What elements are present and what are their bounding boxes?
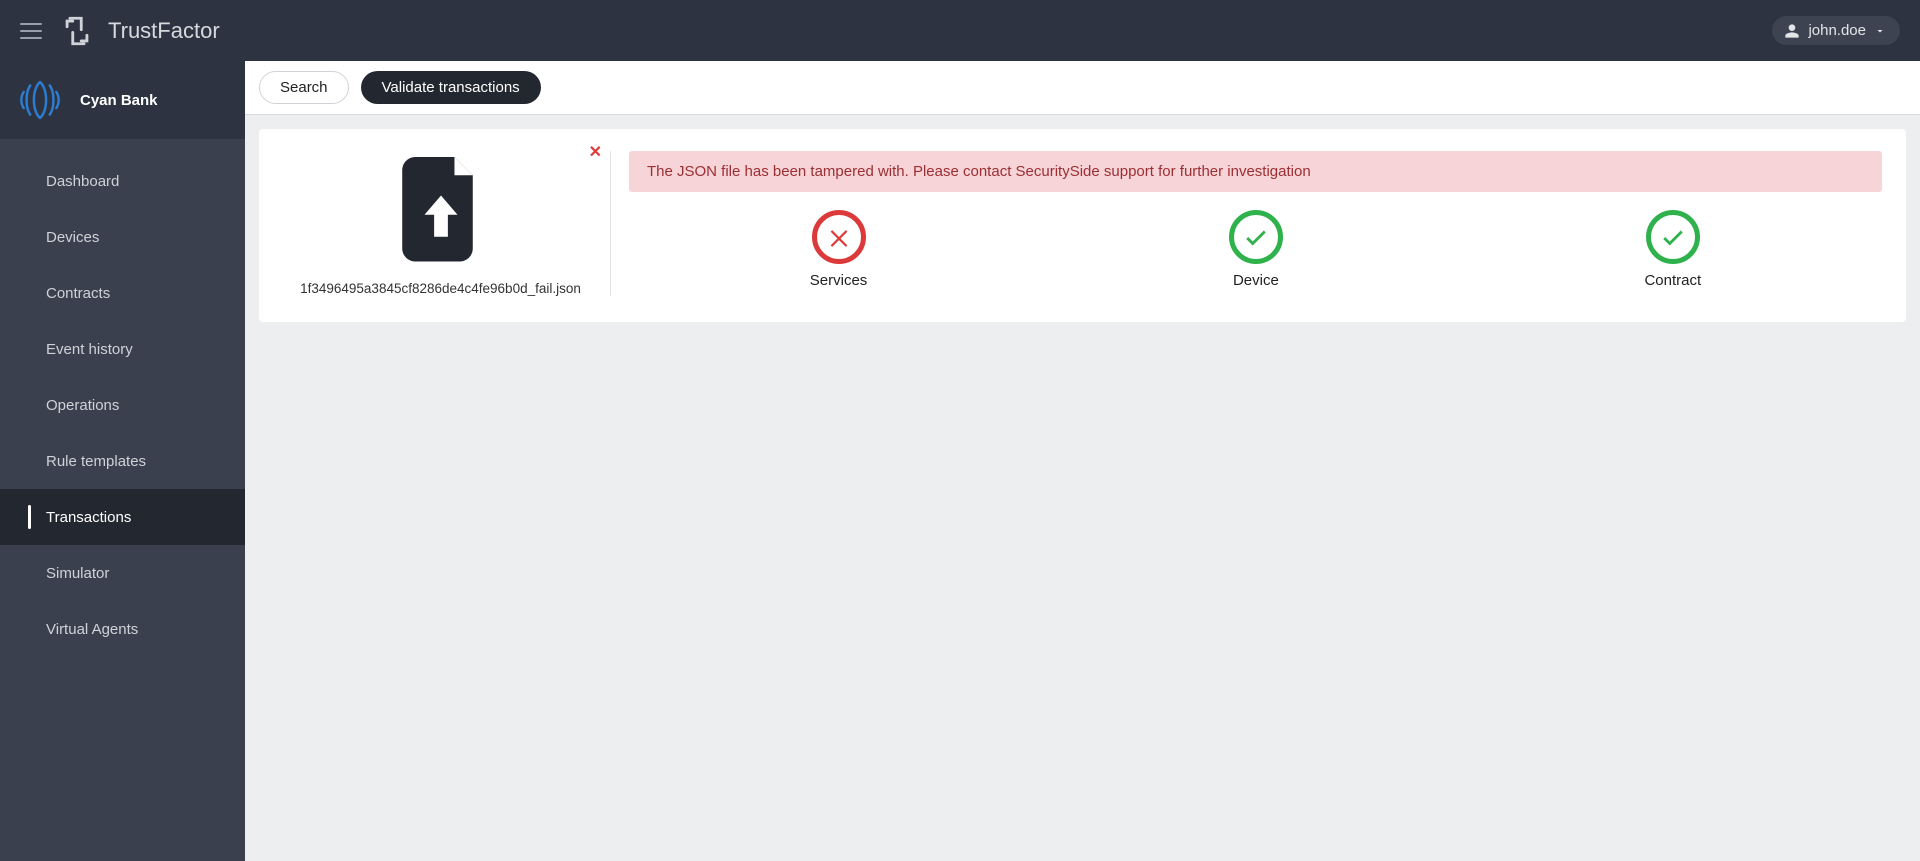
main: Search Validate transactions ✕ 1f3496495a…: [245, 61, 1920, 861]
tabbar: Search Validate transactions: [245, 61, 1920, 115]
sidebar-item-label: Transactions: [46, 509, 131, 526]
status-row: Services Device Contract: [629, 210, 1882, 289]
status-label: Device: [1233, 272, 1279, 289]
sidebar-item-event-history[interactable]: Event history: [0, 321, 245, 377]
topbar: TrustFactor john.doe: [0, 0, 1920, 61]
check-circle-icon: [1646, 210, 1700, 264]
sidebar-item-label: Event history: [46, 341, 133, 358]
content: ✕ 1f3496495a3845cf8286de4c4fe96b0d_fail.…: [245, 115, 1920, 336]
person-icon: [1784, 23, 1800, 39]
error-alert-text: The JSON file has been tampered with. Pl…: [647, 163, 1311, 180]
sidebar-item-contracts[interactable]: Contracts: [0, 265, 245, 321]
check-circle-icon: [1229, 210, 1283, 264]
org-logo-icon: [14, 74, 66, 126]
sidebar-item-transactions[interactable]: Transactions: [0, 489, 245, 545]
sidebar-item-label: Simulator: [46, 565, 109, 582]
sidebar-item-label: Dashboard: [46, 173, 119, 190]
sidebar: Cyan Bank Dashboard Devices Contracts Event…: [0, 61, 245, 861]
uploaded-file-name: 1f3496495a3845cf8286de4c4fe96b0d_fail.js…: [294, 281, 587, 296]
status-device: Device: [1229, 210, 1283, 289]
brand-logo-icon: [60, 14, 94, 48]
close-icon[interactable]: ✕: [589, 145, 602, 161]
menu-icon[interactable]: [20, 23, 42, 39]
file-upload-icon[interactable]: [396, 157, 486, 267]
status-label: Contract: [1644, 272, 1701, 289]
sidebar-item-label: Rule templates: [46, 453, 146, 470]
sidebar-item-label: Operations: [46, 397, 119, 414]
nav: Dashboard Devices Contracts Event history Op…: [0, 139, 245, 657]
x-circle-icon: [812, 210, 866, 264]
user-name: john.doe: [1808, 22, 1866, 39]
sidebar-item-virtual-agents[interactable]: Virtual Agents: [0, 601, 245, 657]
tab-search[interactable]: Search: [259, 71, 349, 104]
sidebar-item-rule-templates[interactable]: Rule templates: [0, 433, 245, 489]
status-label: Services: [810, 272, 868, 289]
result-panel: The JSON file has been tampered with. Pl…: [611, 151, 1882, 296]
sidebar-item-dashboard[interactable]: Dashboard: [0, 153, 245, 209]
chevron-down-icon: [1874, 25, 1886, 37]
upload-panel: ✕ 1f3496495a3845cf8286de4c4fe96b0d_fail.…: [283, 151, 611, 296]
status-services: Services: [810, 210, 868, 289]
tab-validate-transactions[interactable]: Validate transactions: [361, 71, 541, 104]
org-name: Cyan Bank: [80, 92, 158, 109]
sidebar-item-label: Devices: [46, 229, 99, 246]
sidebar-item-label: Virtual Agents: [46, 621, 138, 638]
sidebar-item-label: Contracts: [46, 285, 110, 302]
brand: TrustFactor: [60, 14, 220, 48]
sidebar-item-operations[interactable]: Operations: [0, 377, 245, 433]
brand-name: TrustFactor: [108, 18, 220, 44]
topbar-left: TrustFactor: [20, 14, 220, 48]
sidebar-item-simulator[interactable]: Simulator: [0, 545, 245, 601]
status-contract: Contract: [1644, 210, 1701, 289]
org-header: Cyan Bank: [0, 61, 245, 139]
validation-card: ✕ 1f3496495a3845cf8286de4c4fe96b0d_fail.…: [259, 129, 1906, 322]
error-alert: The JSON file has been tampered with. Pl…: [629, 151, 1882, 192]
sidebar-item-devices[interactable]: Devices: [0, 209, 245, 265]
user-menu[interactable]: john.doe: [1772, 16, 1900, 45]
